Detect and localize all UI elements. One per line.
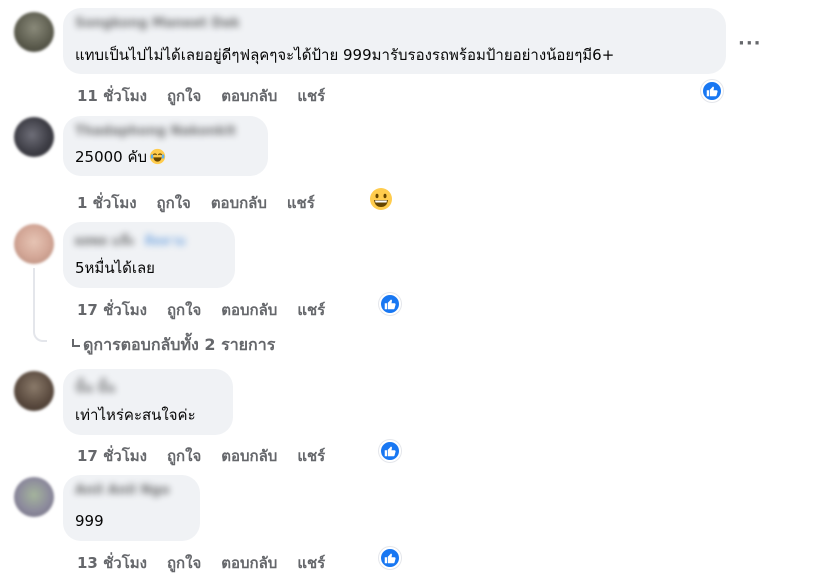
comment-bubble: ผลพล แจ๊ะ ติดตาม 5หมื่นได้เลย	[63, 222, 235, 288]
comment-text: 5หมื่นได้เลย	[75, 259, 155, 277]
comment-text: 999	[75, 512, 104, 530]
share-button[interactable]: แชร์	[287, 191, 315, 215]
comment-timestamp[interactable]: 17 ชั่วโมง	[77, 298, 147, 322]
reply-button[interactable]: ตอบกลับ	[221, 84, 277, 108]
comment-actions: 17 ชั่วโมง ถูกใจ ตอบกลับ แชร์	[77, 444, 345, 468]
share-button[interactable]: แชร์	[297, 444, 325, 468]
comment-actions: 17 ชั่วโมง ถูกใจ ตอบกลับ แชร์	[77, 298, 345, 322]
reply-arrow-icon	[72, 339, 80, 347]
like-button[interactable]: ถูกใจ	[167, 551, 201, 575]
more-options-button[interactable]: ···	[738, 33, 762, 54]
share-button[interactable]: แชร์	[297, 84, 325, 108]
comment-text: เท่าไหร่คะสนใจค่ะ	[75, 406, 196, 424]
share-button[interactable]: แชร์	[297, 298, 325, 322]
thread-connector-curve	[33, 330, 47, 342]
like-button[interactable]: ถูกใจ	[167, 84, 201, 108]
like-icon[interactable]	[379, 440, 401, 462]
like-button[interactable]: ถูกใจ	[167, 444, 201, 468]
like-button[interactable]: ถูกใจ	[167, 298, 201, 322]
comment-text: แทบเป็นไปไม่ได้เลยอยู่ดีๆฟลุคๆจะได้ป้าย …	[75, 46, 615, 64]
comment-actions: 1 ชั่วโมง ถูกใจ ตอบกลับ แชร์	[77, 191, 335, 215]
comment-bubble: นั้น นั้น เท่าไหร่คะสนใจค่ะ	[63, 369, 233, 435]
comment-bubble: Songkong Maneet Dak แทบเป็นไปไม่ได้เลยอย…	[63, 8, 726, 74]
thread-connector	[33, 268, 35, 330]
like-icon[interactable]	[701, 80, 723, 102]
avatar[interactable]	[14, 477, 54, 517]
comment-author[interactable]: Songkong Maneet Dak	[75, 16, 714, 33]
comment-timestamp[interactable]: 17 ชั่วโมง	[77, 444, 147, 468]
comment-actions: 13 ชั่วโมง ถูกใจ ตอบกลับ แชร์	[77, 551, 345, 575]
comment-author-row: ผลพล แจ๊ะ ติดตาม	[75, 230, 223, 249]
reply-button[interactable]: ตอบกลับ	[211, 191, 267, 215]
comment-bubble: Thadaphong Nakonkit 25000 คับ	[63, 116, 268, 176]
comment-author[interactable]: Thadaphong Nakonkit	[75, 124, 256, 141]
comment-author[interactable]: Anil Anil Ngo	[75, 483, 188, 500]
reply-button[interactable]: ตอบกลับ	[221, 298, 277, 322]
avatar[interactable]	[14, 12, 54, 52]
reply-button[interactable]: ตอบกลับ	[221, 444, 277, 468]
comment-author[interactable]: ผลพล แจ๊ะ	[75, 230, 135, 249]
laughing-tears-icon	[149, 148, 166, 165]
view-replies-label: ดูการตอบกลับทั้ง 2 รายการ	[83, 335, 276, 354]
comment-timestamp[interactable]: 11 ชั่วโมง	[77, 84, 147, 108]
grinning-face-icon[interactable]	[369, 187, 393, 211]
comment-text-content: 25000 คับ	[75, 148, 148, 166]
avatar[interactable]	[14, 371, 54, 411]
like-icon[interactable]	[379, 547, 401, 569]
view-replies-link[interactable]: ดูการตอบกลับทั้ง 2 รายการ	[72, 333, 275, 358]
comment-bubble: Anil Anil Ngo 999	[63, 475, 200, 541]
like-button[interactable]: ถูกใจ	[157, 191, 191, 215]
like-icon[interactable]	[379, 293, 401, 315]
comment-actions: 11 ชั่วโมง ถูกใจ ตอบกลับ แชร์	[77, 84, 345, 108]
avatar[interactable]	[14, 224, 54, 264]
author-follow-tag[interactable]: ติดตาม	[145, 230, 186, 249]
comment-timestamp[interactable]: 1 ชั่วโมง	[77, 191, 137, 215]
comment-text: 25000 คับ	[75, 147, 256, 167]
comment-timestamp[interactable]: 13 ชั่วโมง	[77, 551, 147, 575]
reply-button[interactable]: ตอบกลับ	[221, 551, 277, 575]
comment-author[interactable]: นั้น นั้น	[75, 377, 221, 396]
avatar[interactable]	[14, 117, 54, 157]
share-button[interactable]: แชร์	[297, 551, 325, 575]
